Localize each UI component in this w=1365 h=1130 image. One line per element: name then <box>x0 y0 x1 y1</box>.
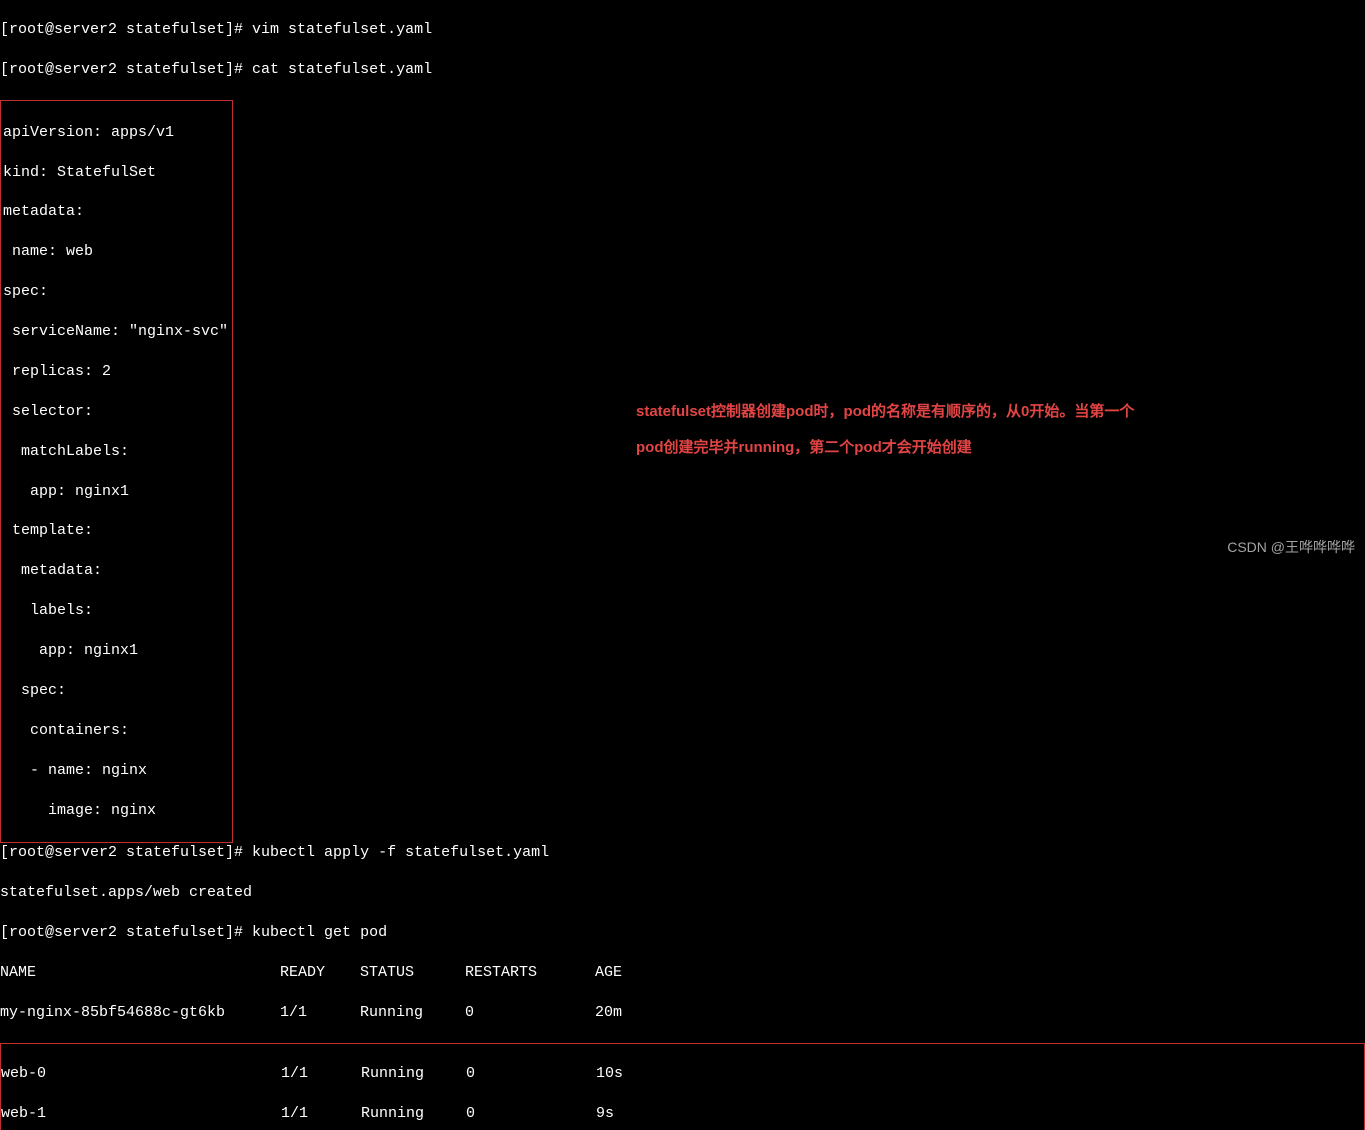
pod-name: my-nginx-85bf54688c-gt6kb <box>0 1003 280 1023</box>
yaml-line: matchLabels: <box>3 442 228 462</box>
pod-status: Running <box>360 1003 465 1023</box>
col-header-name: NAME <box>0 963 280 983</box>
pod-status: Running <box>361 1104 466 1124</box>
pod-status: Running <box>361 1064 466 1084</box>
yaml-line: serviceName: "nginx-svc" <box>3 322 228 342</box>
yaml-line: labels: <box>3 601 228 621</box>
yaml-line: kind: StatefulSet <box>3 163 228 183</box>
col-header-status: STATUS <box>360 963 465 983</box>
yaml-line: containers: <box>3 721 228 741</box>
yaml-line: app: nginx1 <box>3 641 228 661</box>
prompt-line-1: [root@server2 statefulset]# vim stateful… <box>0 20 1365 40</box>
pod-age: 9s <box>596 1104 656 1124</box>
annotation-line-1: statefulset控制器创建pod时，pod的名称是有顺序的，从0开始。当第… <box>636 394 1134 430</box>
shell-prompt: [root@server2 statefulset]# <box>0 61 252 78</box>
prompt-line-4: [root@server2 statefulset]# kubectl get … <box>0 923 1365 943</box>
highlighted-rows: web-01/1Running010s web-11/1Running09s <box>0 1043 1365 1130</box>
yaml-line: metadata: <box>3 561 228 581</box>
yaml-line: image: nginx <box>3 801 228 821</box>
pod-restarts: 0 <box>466 1104 596 1124</box>
yaml-line: spec: <box>3 681 228 701</box>
table-row: web-01/1Running010s <box>1 1064 1364 1084</box>
col-header-restarts: RESTARTS <box>465 963 595 983</box>
pod-ready: 1/1 <box>280 1003 360 1023</box>
yaml-line: apiVersion: apps/v1 <box>3 123 228 143</box>
col-header-ready: READY <box>280 963 360 983</box>
pod-age: 20m <box>595 1003 655 1023</box>
red-annotation: statefulset控制器创建pod时，pod的名称是有顺序的，从0开始。当第… <box>636 394 1134 466</box>
yaml-line: app: nginx1 <box>3 482 228 502</box>
terminal-output: [root@server2 statefulset]# vim stateful… <box>0 0 1365 1130</box>
yaml-line: name: web <box>3 242 228 262</box>
command-text: kubectl get pod <box>252 924 387 941</box>
pod-ready: 1/1 <box>281 1104 361 1124</box>
command-text: cat statefulset.yaml <box>252 61 432 78</box>
yaml-content-box: apiVersion: apps/v1 kind: StatefulSet me… <box>0 100 233 844</box>
shell-prompt: [root@server2 statefulset]# <box>0 844 252 861</box>
yaml-line: template: <box>3 521 228 541</box>
table-row: my-nginx-85bf54688c-gt6kb1/1Running020m <box>0 1003 1365 1023</box>
shell-prompt: [root@server2 statefulset]# <box>0 924 252 941</box>
col-header-age: AGE <box>595 963 655 983</box>
prompt-line-3: [root@server2 statefulset]# kubectl appl… <box>0 843 1365 863</box>
yaml-line: metadata: <box>3 202 228 222</box>
pod-age: 10s <box>596 1064 656 1084</box>
watermark-text: CSDN @王哗哗哗哗 <box>1227 538 1355 557</box>
yaml-line: spec: <box>3 282 228 302</box>
prompt-line-2: [root@server2 statefulset]# cat stateful… <box>0 60 1365 80</box>
command-text: vim statefulset.yaml <box>252 21 432 38</box>
apply-output: statefulset.apps/web created <box>0 883 1365 903</box>
pod-ready: 1/1 <box>281 1064 361 1084</box>
yaml-line: - name: nginx <box>3 761 228 781</box>
yaml-line: selector: <box>3 402 228 422</box>
shell-prompt: [root@server2 statefulset]# <box>0 21 252 38</box>
command-text: kubectl apply -f statefulset.yaml <box>252 844 549 861</box>
table-row: web-11/1Running09s <box>1 1104 1364 1124</box>
annotation-line-2: pod创建完毕并running，第二个pod才会开始创建 <box>636 430 1134 466</box>
pod-restarts: 0 <box>465 1003 595 1023</box>
pod-name: web-0 <box>1 1064 281 1084</box>
pod-name: web-1 <box>1 1104 281 1124</box>
yaml-line: replicas: 2 <box>3 362 228 382</box>
pod-table-header: NAMEREADYSTATUSRESTARTSAGE <box>0 963 1365 983</box>
pod-restarts: 0 <box>466 1064 596 1084</box>
